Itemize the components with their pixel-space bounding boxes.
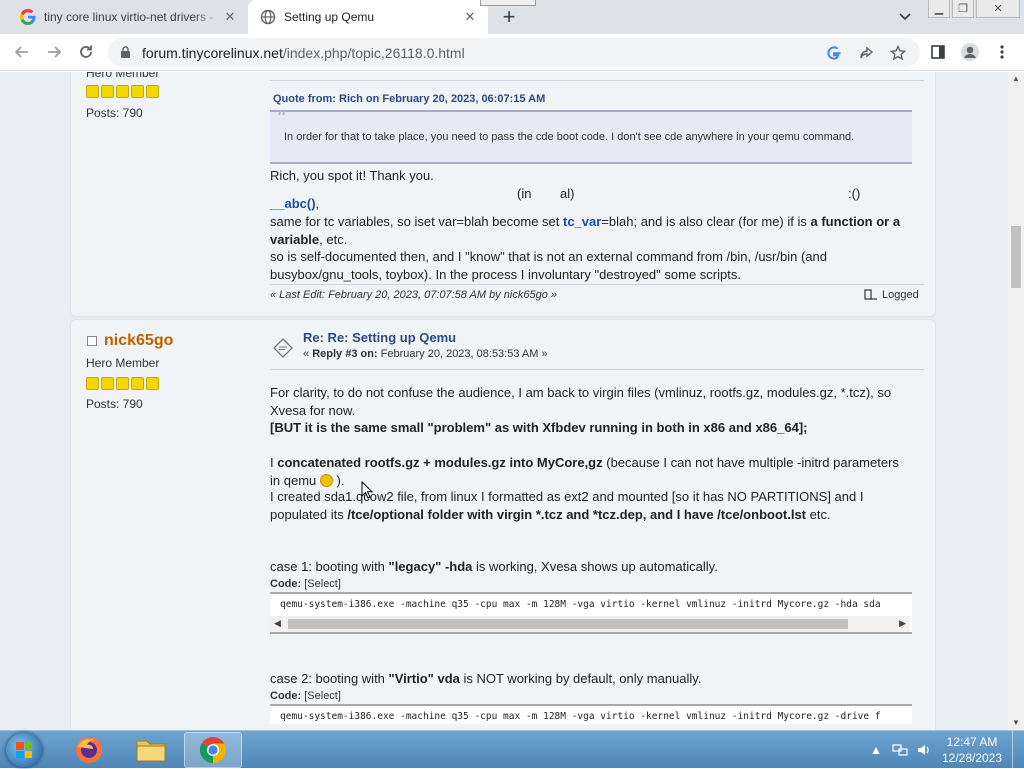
code-block[interactable]: qemu-system-i386.exe -machine q35 -cpu m…: [270, 704, 912, 724]
tab-title: Setting up Qemu: [284, 10, 375, 24]
tab-virtio-drivers[interactable]: tiny core linux virtio-net drivers - ✕: [8, 0, 248, 34]
post-count: Posts: 790: [86, 106, 143, 120]
code-label: Code: [Select]: [270, 578, 341, 590]
post-paragraph: so is self-documented then, and I "know"…: [270, 249, 827, 282]
share-icon[interactable]: [856, 43, 876, 63]
volume-icon[interactable]: [915, 741, 933, 759]
back-arrow-icon[interactable]: [8, 38, 36, 66]
clock-time: 12:47 AM: [946, 735, 998, 749]
restore-button[interactable]: ❐: [952, 0, 974, 18]
quote-mark-icon: “: [276, 107, 288, 132]
tab-title: tiny core linux virtio-net drivers -: [44, 10, 214, 24]
post-subject-link[interactable]: Re: Re: Setting up Qemu: [303, 330, 456, 345]
clock-date: 12/28/2023: [941, 751, 1003, 765]
post-text-line: __abc(),: [270, 196, 320, 211]
firefox-icon: [76, 737, 102, 763]
code-text: qemu-system-i386.exe -machine q35 -cpu m…: [280, 711, 881, 722]
page-scrollbar[interactable]: ▲ ▼: [1008, 72, 1024, 730]
tab-strip: tiny core linux virtio-net drivers - ✕ S…: [0, 0, 1024, 34]
quote-header[interactable]: Quote from: Rich on February 20, 2023, 0…: [273, 93, 545, 105]
taskbar-clock[interactable]: 12:47 AM 12/28/2023: [936, 734, 1008, 766]
divider: [270, 284, 924, 285]
server-icon: [864, 289, 877, 300]
network-icon[interactable]: [891, 741, 909, 759]
mouse-cursor-icon: [361, 481, 373, 499]
scroll-left-icon[interactable]: ◀: [274, 618, 281, 629]
post-paragraph: case 2: booting with "Virtio" vda is NOT…: [270, 671, 702, 686]
google-icon: [20, 9, 36, 25]
taskbar-file-explorer[interactable]: [122, 732, 180, 768]
minimize-button[interactable]: ▁: [928, 0, 950, 18]
post-message-icon: [273, 338, 293, 358]
code-horizontal-scrollbar[interactable]: ◀ ▶: [270, 616, 910, 632]
reload-icon[interactable]: [72, 38, 100, 66]
code-label: Code: [Select]: [270, 690, 341, 702]
show-hidden-icons-icon[interactable]: ▲: [867, 741, 885, 759]
forward-arrow-icon[interactable]: [40, 38, 68, 66]
lock-icon[interactable]: [120, 46, 131, 59]
function-name: __abc(): [270, 196, 316, 211]
scroll-down-icon[interactable]: ▼: [1011, 718, 1021, 728]
select-code-link[interactable]: [Select]: [304, 690, 341, 702]
post-count: Posts: 790: [86, 397, 143, 411]
google-lens-icon[interactable]: [824, 43, 844, 63]
windows-logo-icon: [16, 742, 32, 758]
close-window-button[interactable]: ✕: [976, 0, 1020, 18]
last-edit-note: « Last Edit: February 20, 2023, 07:07:58…: [270, 289, 557, 301]
reply-line: Rich, you spot it! Thank you.: [270, 168, 434, 183]
offline-status-icon: [87, 336, 97, 346]
scroll-thumb[interactable]: [288, 619, 848, 629]
address-bar[interactable]: forum.tinycorelinux.net/index.php/topic,…: [108, 38, 920, 67]
post-paragraph-bold: [BUT it is the same small "problem" as w…: [270, 420, 808, 435]
divider: [270, 80, 924, 81]
code-block[interactable]: qemu-system-i386.exe -machine q35 -cpu m…: [270, 592, 912, 634]
menu-kebab-icon[interactable]: [988, 38, 1016, 66]
show-desktop-button[interactable]: [1012, 731, 1024, 769]
browser-toolbar: forum.tinycorelinux.net/index.php/topic,…: [0, 34, 1024, 71]
taskbar-chrome[interactable]: [184, 732, 242, 768]
select-code-link[interactable]: [Select]: [304, 578, 341, 590]
post-paragraph: For clarity, to do not confuse the audie…: [270, 385, 892, 418]
post-paragraph: case 1: booting with "legacy" -hda is wo…: [270, 559, 718, 574]
taskbar-firefox[interactable]: [60, 732, 118, 768]
url-path: /index.php/topic,26118.0.html: [282, 45, 465, 61]
windows-taskbar: ▲ 12:47 AM 12/28/2023: [0, 730, 1024, 769]
profile-avatar-icon[interactable]: [956, 38, 984, 66]
post-paragraph: same for tc variables, so iset var=blah …: [270, 214, 901, 247]
member-rank: Hero Member: [86, 72, 160, 80]
scroll-up-icon[interactable]: ▲: [1011, 74, 1021, 84]
member-rank: Hero Member: [86, 356, 160, 370]
rank-stars: [86, 377, 159, 390]
poster-name[interactable]: nick65go: [104, 332, 173, 350]
scroll-right-icon[interactable]: ▶: [899, 618, 906, 629]
rank-stars: [86, 85, 159, 98]
logged-indicator: Logged: [864, 289, 919, 301]
tab-search-chevron-icon[interactable]: [894, 7, 916, 27]
chrome-icon: [199, 737, 227, 764]
bookmark-star-icon[interactable]: [888, 43, 908, 63]
folder-icon: [136, 740, 166, 762]
quote-text: In order for that to take place, you nee…: [284, 131, 855, 143]
window-drag-handle[interactable]: [480, 0, 536, 6]
url-domain: forum.tinycorelinux.net: [142, 45, 283, 61]
url-text[interactable]: forum.tinycorelinux.net/index.php/topic,…: [142, 45, 465, 61]
code-text: qemu-system-i386.exe -machine q35 -cpu m…: [280, 599, 881, 610]
divider: [270, 369, 924, 370]
scroll-thumb[interactable]: [1011, 226, 1021, 288]
tab-setting-up-qemu[interactable]: Setting up Qemu ✕: [248, 0, 488, 34]
side-panel-icon[interactable]: [924, 38, 952, 66]
start-button[interactable]: [6, 733, 42, 767]
system-tray: ▲ 12:47 AM 12/28/2023: [864, 731, 1024, 769]
reply-meta: « Reply #3 on: February 20, 2023, 08:53:…: [303, 348, 548, 360]
forum-page: Hero Member Posts: 790 Quote from: Rich …: [0, 72, 1008, 730]
quote-block: “ In order for that to take place, you n…: [270, 107, 912, 164]
close-tab-icon[interactable]: ✕: [460, 7, 480, 27]
globe-icon: [260, 9, 276, 25]
sad-emoji-icon: [319, 473, 333, 487]
close-tab-icon[interactable]: ✕: [220, 7, 240, 27]
forum-post: [70, 319, 936, 730]
new-tab-button[interactable]: +: [496, 4, 522, 29]
